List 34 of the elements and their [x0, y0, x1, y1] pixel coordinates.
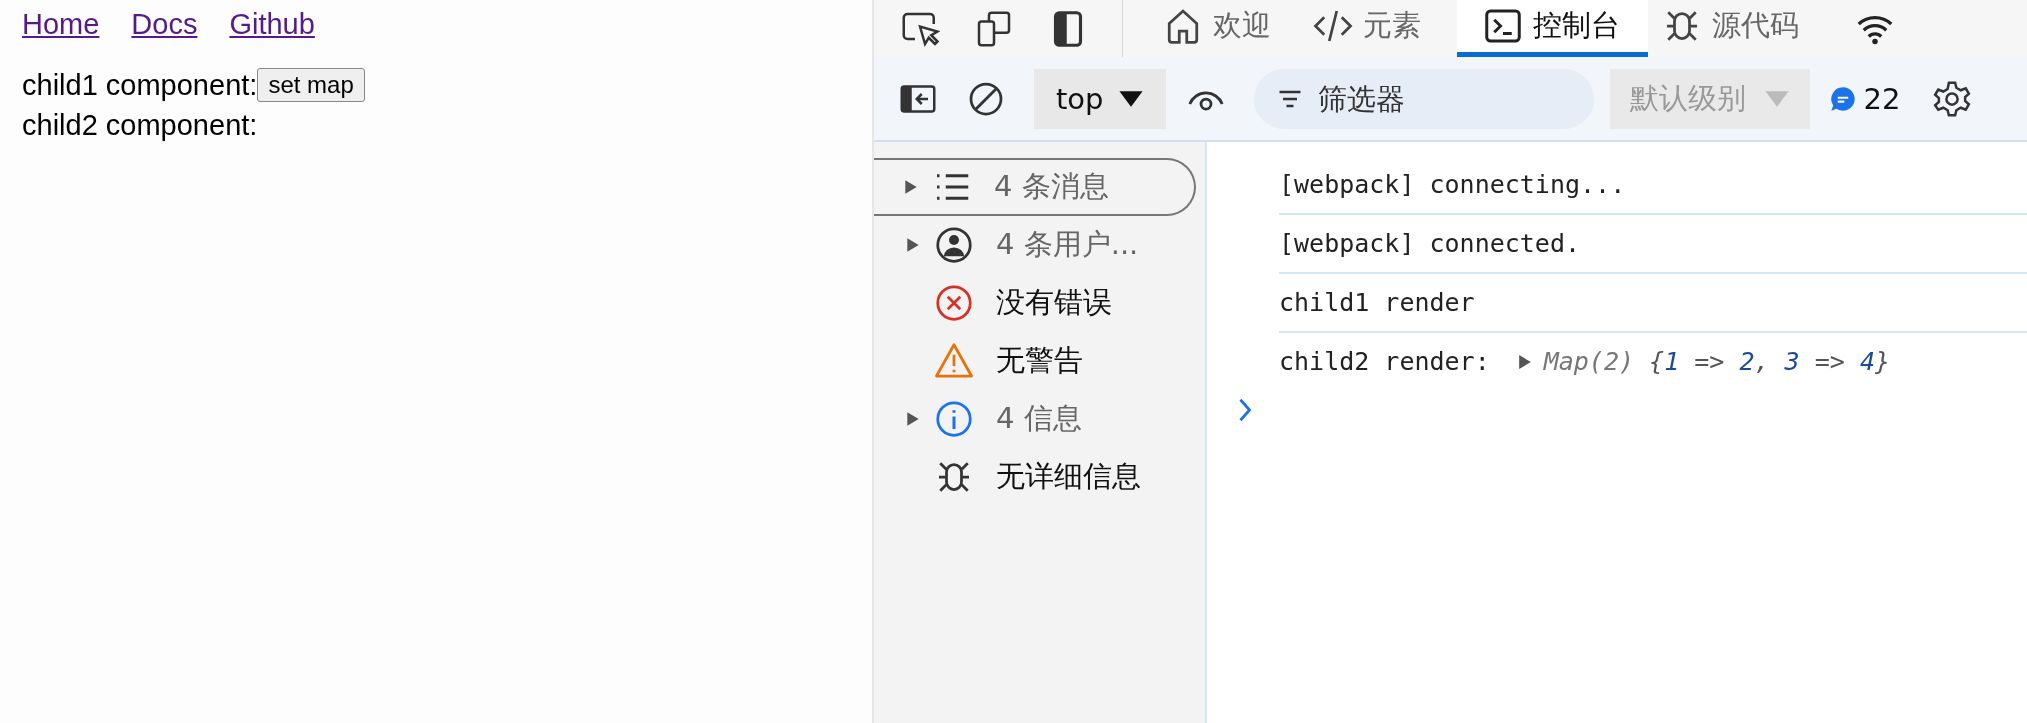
sidebar-item[interactable]: 无详细信息: [874, 448, 1196, 506]
console-message: [webpack] connecting...: [1279, 156, 2027, 215]
error-icon: [934, 283, 974, 323]
devtools-tab[interactable]: 欢迎: [1157, 0, 1299, 57]
devtools-tab[interactable]: 元素: [1307, 0, 1449, 57]
component-label: child1 component:: [22, 68, 258, 102]
sidebar-item[interactable]: 4 条用户...: [874, 216, 1196, 274]
devtools-tab[interactable]: 控制台: [1457, 0, 1648, 57]
nav-link[interactable]: Github: [229, 8, 315, 41]
expand-arrow-icon[interactable]: [1517, 352, 1532, 371]
message-count: 22: [1863, 81, 1901, 116]
caret-icon: [1763, 89, 1790, 108]
sidebar-item[interactable]: 4 条消息: [874, 158, 1196, 216]
sidebar-item[interactable]: 没有错误: [874, 274, 1196, 332]
sidebar-item[interactable]: 无警告: [874, 332, 1196, 390]
expand-arrow-icon: [906, 237, 920, 253]
user-icon: [934, 225, 974, 265]
devtools-tab[interactable]: 源代码: [1656, 0, 1827, 57]
info-icon: [934, 399, 974, 439]
message-icon: [1829, 85, 1856, 112]
expand-arrow-icon: [906, 411, 920, 427]
expand-arrow-icon: [904, 179, 918, 195]
nav-link[interactable]: Docs: [131, 8, 198, 41]
nav-link[interactable]: Home: [22, 8, 100, 41]
prompt-icon[interactable]: [1237, 396, 1253, 424]
sidebar-item[interactable]: 4 信息: [874, 390, 1196, 448]
context-dropdown[interactable]: top: [1034, 68, 1166, 129]
caret-icon: [1117, 89, 1144, 108]
console-message: child1 render: [1279, 274, 2027, 333]
console-message: [webpack] connected.: [1279, 215, 2027, 274]
component-label: child2 component:: [22, 108, 258, 142]
console-message: child2 render: Map(2) {1 => 2, 3 => 4}: [1279, 346, 1891, 378]
filter-field[interactable]: 筛选器: [1253, 68, 1594, 129]
set-map-button[interactable]: set map: [257, 68, 365, 102]
